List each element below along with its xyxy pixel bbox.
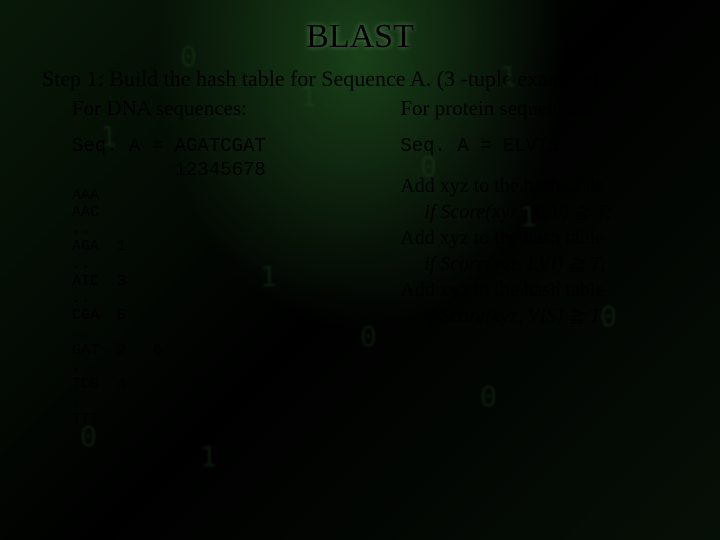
dna-column: For DNA sequences: Seq. A = AGATCGAT 123… [72, 96, 392, 428]
protein-sequence-label: Seq. A = ELVIS [400, 135, 688, 159]
two-column-layout: For DNA sequences: Seq. A = AGATCGAT 123… [0, 96, 720, 428]
protein-subheading: For protein sequences: [400, 96, 688, 121]
dna-sequence-label: Seq. A = AGATCGAT [72, 135, 392, 159]
step-heading: Step 1: Build the hash table for Sequenc… [0, 56, 720, 96]
protein-rules: Add xyz to the hash tableif Score(xyz, E… [400, 173, 688, 329]
protein-rule-lead: Add xyz to the hash table [400, 173, 688, 199]
protein-rule-lead: Add xyz to the hash table [400, 225, 688, 251]
protein-rule-condition: if Score(xyz, ELV) ≧ T; [400, 199, 688, 225]
dna-sequence-index: 12345678 [72, 159, 392, 183]
dna-subheading: For DNA sequences: [72, 96, 392, 121]
page-title: BLAST [0, 0, 720, 56]
protein-rule-condition: if Score(xyz, LVI) ≧ T; [400, 251, 688, 277]
protein-column: For protein sequences: Seq. A = ELVIS Ad… [392, 96, 688, 428]
protein-rule-condition: if Score(xyz, VIS) ≧ T; [400, 303, 688, 329]
dna-hash-table: AAA AAC .. AGA 1 .. ATC 3 .. CGA 5 .. GA… [72, 187, 392, 429]
protein-rule-lead: Add xyz to the hash table [400, 277, 688, 303]
